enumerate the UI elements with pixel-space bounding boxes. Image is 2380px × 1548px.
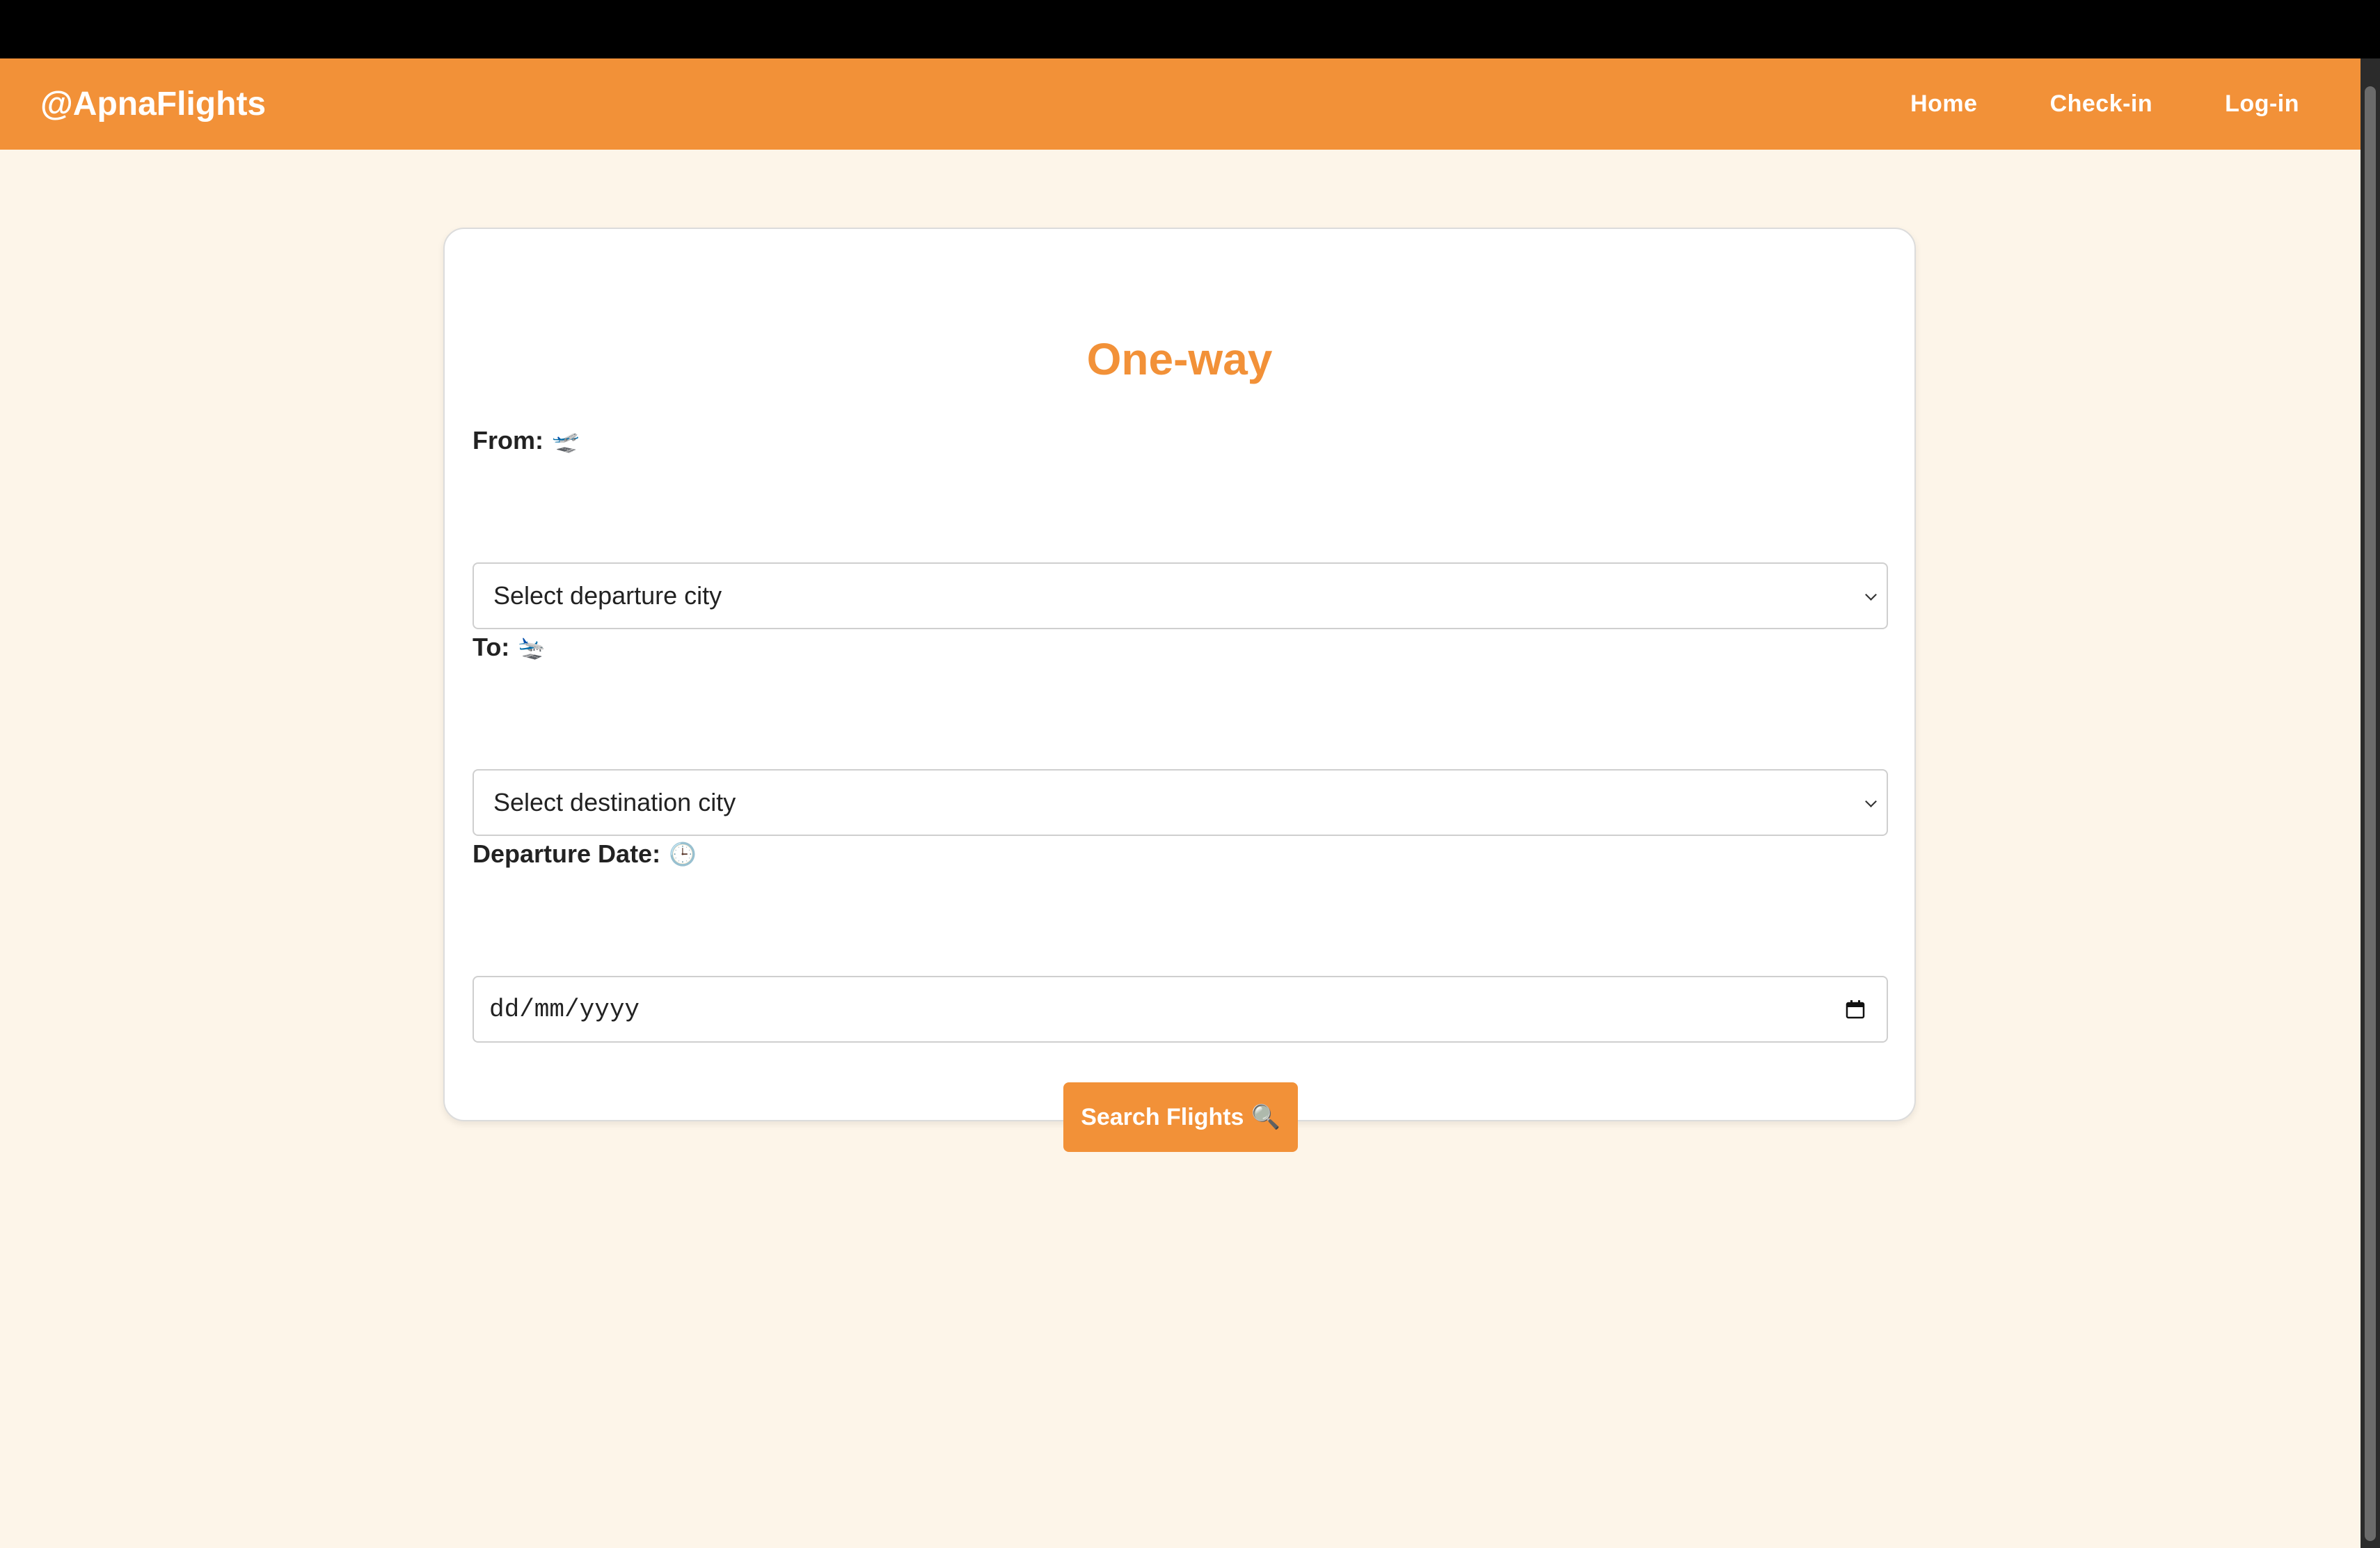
brand-logo[interactable]: @ApnaFlights bbox=[40, 58, 266, 150]
search-flights-label: Search Flights bbox=[1081, 1103, 1244, 1130]
form-title: One-way bbox=[1086, 334, 1273, 384]
scrollbar-thumb[interactable] bbox=[2365, 86, 2376, 1541]
airplane-departure-icon: 🛫 bbox=[552, 428, 580, 453]
chevron-down-icon bbox=[1865, 589, 1877, 601]
chevron-down-icon bbox=[1865, 796, 1877, 807]
from-label-text: From: bbox=[473, 426, 544, 455]
airplane-arrival-icon: 🛬 bbox=[518, 635, 546, 660]
destination-city-select[interactable]: Select destination city bbox=[473, 769, 1888, 836]
page-viewport: @ApnaFlights Home Check-in Log-in One-wa… bbox=[0, 58, 2361, 1548]
departure-date-label: Departure Date: 🕒 bbox=[473, 839, 697, 869]
nav-links: Home Check-in Log-in bbox=[1838, 58, 2299, 150]
magnifier-icon: 🔍 bbox=[1251, 1104, 1280, 1130]
departure-date-input[interactable]: dd/mm/yyyy bbox=[473, 976, 1888, 1043]
to-label-text: To: bbox=[473, 633, 510, 661]
clock-icon: 🕒 bbox=[669, 842, 697, 867]
from-label: From: 🛫 bbox=[473, 426, 580, 455]
departure-city-select[interactable]: Select departure city bbox=[473, 562, 1888, 629]
departure-date-label-text: Departure Date: bbox=[473, 839, 661, 868]
calendar-icon[interactable] bbox=[1845, 999, 1866, 1020]
departure-city-value: Select departure city bbox=[493, 581, 722, 610]
navbar: @ApnaFlights Home Check-in Log-in bbox=[0, 58, 2361, 150]
nav-link-log-in[interactable]: Log-in bbox=[2225, 90, 2299, 118]
nav-link-check-in[interactable]: Check-in bbox=[2050, 90, 2153, 118]
departure-date-placeholder: dd/mm/yyyy bbox=[489, 995, 640, 1024]
browser-top-bar bbox=[0, 0, 2380, 58]
search-flights-button[interactable]: Search Flights 🔍 bbox=[1063, 1082, 1298, 1152]
nav-link-home[interactable]: Home bbox=[1910, 90, 1977, 118]
destination-city-value: Select destination city bbox=[493, 788, 736, 816]
to-label: To: 🛬 bbox=[473, 633, 546, 662]
search-card: One-way From: 🛫 Select departure city To… bbox=[443, 228, 1916, 1152]
vertical-scrollbar[interactable] bbox=[2361, 58, 2380, 1548]
